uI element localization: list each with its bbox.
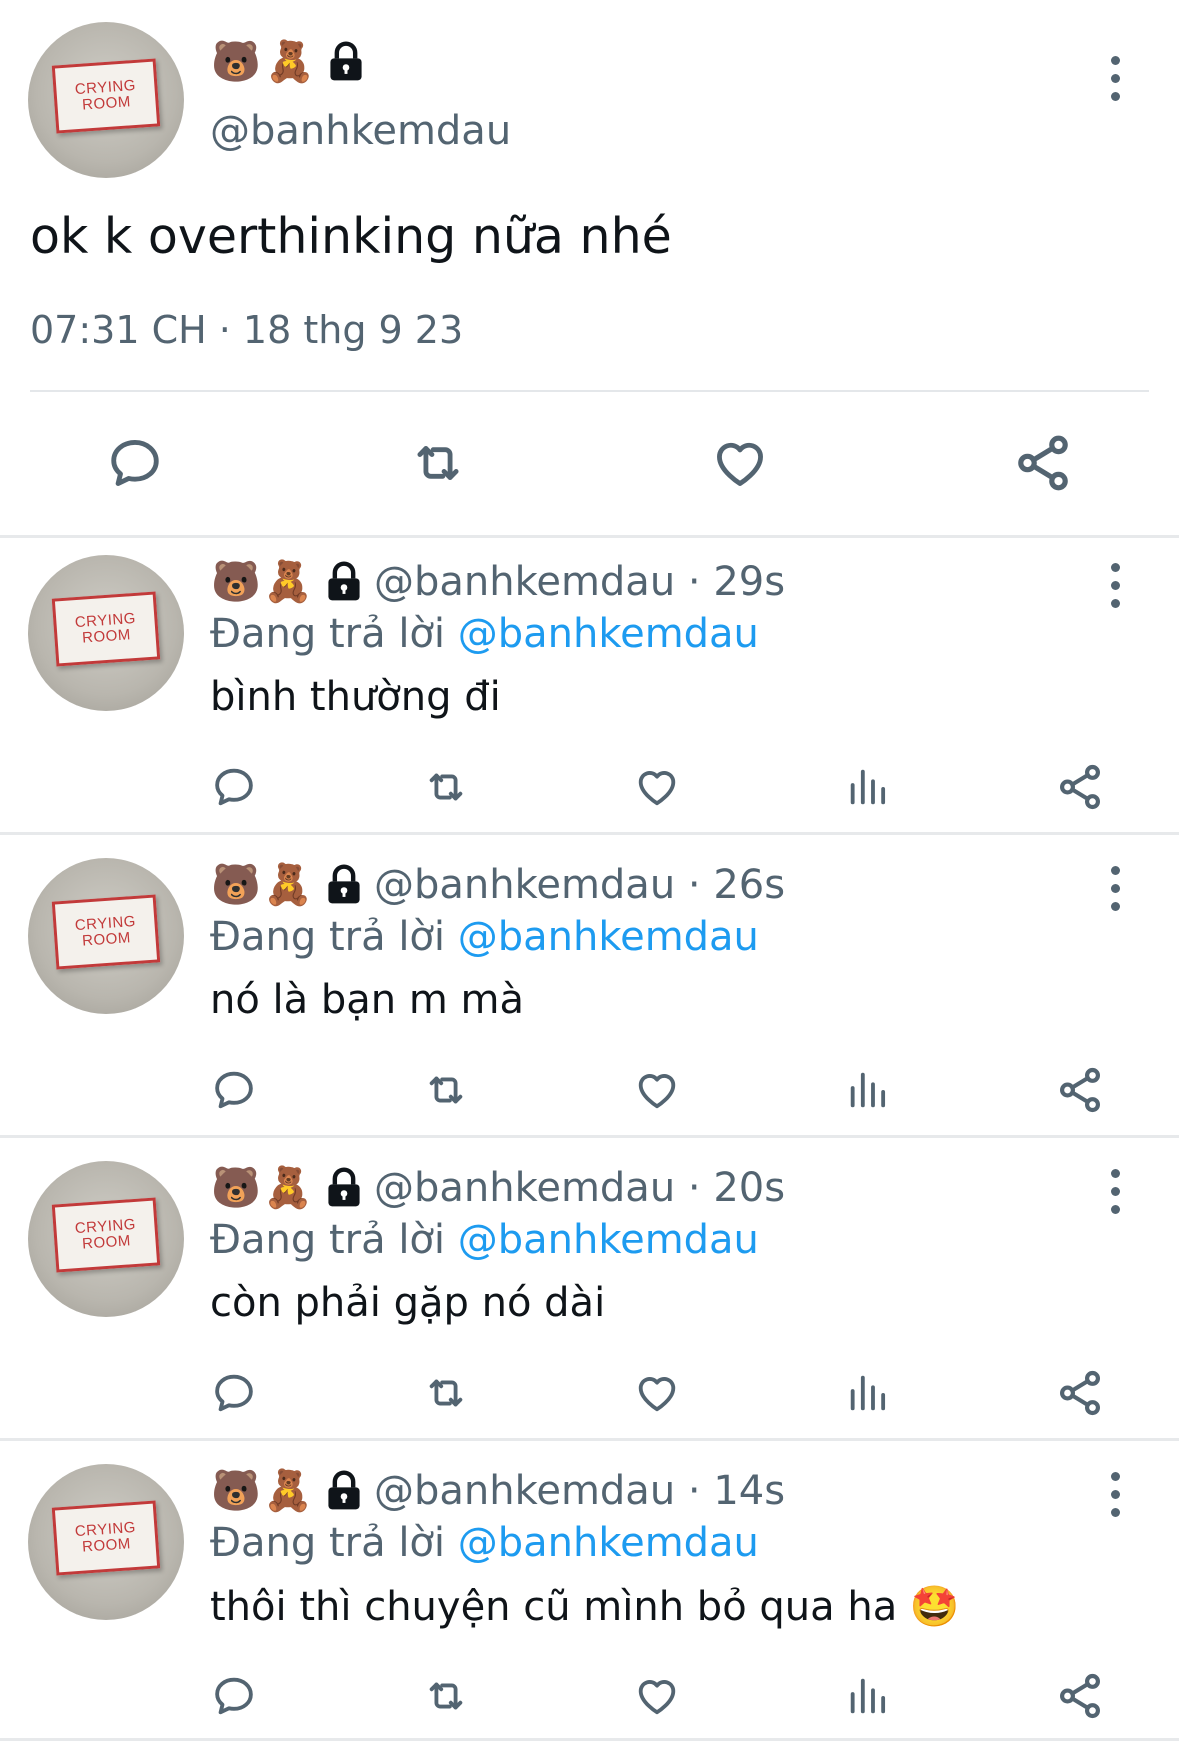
bear-face-emoji: 🐻: [211, 39, 261, 85]
share-icon[interactable]: [1050, 1668, 1110, 1724]
reply-icon[interactable]: [204, 759, 264, 815]
reply-text: nó là bạn m mà: [210, 977, 525, 1023]
section-divider: [0, 832, 1179, 835]
user-handle-time[interactable]: @banhkemdau · 20s: [374, 1165, 785, 1211]
more-options-icon[interactable]: [1105, 56, 1125, 101]
avatar-sign-line: ROOM: [81, 1535, 132, 1556]
user-handle-time[interactable]: @banhkemdau · 26s: [374, 862, 785, 908]
avatar-sign-line: ROOM: [81, 93, 132, 114]
replying-prefix: Đang trả lời: [210, 914, 458, 960]
user-handle-time[interactable]: @banhkemdau · 29s: [374, 559, 785, 605]
section-divider: [0, 535, 1179, 538]
bear-face-emoji: 🐻: [211, 1468, 261, 1514]
reply-icon[interactable]: [204, 1365, 264, 1421]
reply-icon[interactable]: [204, 1062, 264, 1118]
avatar-sign-line: ROOM: [81, 626, 132, 647]
reply-header: 🐻 🧸 @banhkemdau · 14s: [210, 1467, 785, 1515]
bear-face-emoji: 🐻: [211, 862, 261, 908]
mention-link[interactable]: @banhkemdau: [458, 611, 759, 657]
avatar-sign: CRYING ROOM: [51, 894, 161, 970]
teddy-bear-emoji: 🧸: [265, 39, 315, 85]
like-icon[interactable]: [627, 759, 687, 815]
retweet-icon[interactable]: [416, 1062, 476, 1118]
retweet-icon[interactable]: [403, 430, 473, 496]
mention-link[interactable]: @banhkemdau: [458, 1520, 759, 1566]
bear-face-emoji: 🐻: [211, 559, 261, 605]
reply-text: bình thường đi: [210, 674, 501, 720]
teddy-bear-emoji: 🧸: [263, 1468, 313, 1514]
avatar[interactable]: CRYING ROOM: [28, 1464, 184, 1620]
replying-prefix: Đang trả lời: [210, 1217, 458, 1263]
lock-icon: [328, 561, 360, 601]
replying-prefix: Đang trả lời: [210, 1520, 458, 1566]
share-icon[interactable]: [1008, 430, 1078, 496]
mention-link[interactable]: @banhkemdau: [458, 1217, 759, 1263]
tweet-timestamp: 07:31 CH · 18 thg 9 23: [30, 308, 464, 352]
teddy-bear-emoji: 🧸: [263, 559, 313, 605]
reply-icon[interactable]: [100, 430, 170, 496]
teddy-bear-emoji: 🧸: [263, 862, 313, 908]
user-handle-time[interactable]: @banhkemdau · 14s: [374, 1468, 785, 1514]
avatar-sign: CRYING ROOM: [51, 591, 161, 667]
like-icon[interactable]: [705, 430, 775, 496]
avatar[interactable]: CRYING ROOM: [28, 22, 184, 178]
mention-link[interactable]: @banhkemdau: [458, 914, 759, 960]
bear-face-emoji: 🐻: [211, 1165, 261, 1211]
lock-icon: [330, 41, 362, 81]
avatar-sign: CRYING ROOM: [51, 1197, 161, 1273]
like-icon[interactable]: [627, 1062, 687, 1118]
avatar-sign: CRYING ROOM: [51, 1500, 161, 1576]
lock-icon: [328, 1167, 360, 1207]
like-icon[interactable]: [627, 1668, 687, 1724]
views-icon[interactable]: [838, 1062, 898, 1118]
more-options-icon[interactable]: [1105, 1169, 1125, 1214]
reply-header: 🐻 🧸 @banhkemdau · 26s: [210, 861, 785, 909]
section-divider: [0, 1135, 1179, 1138]
more-options-icon[interactable]: [1105, 1472, 1125, 1517]
section-divider: [0, 1738, 1179, 1741]
reply-text: thôi thì chuyện cũ mình bỏ qua ha 🤩: [210, 1584, 960, 1630]
replying-to: Đang trả lời @banhkemdau: [210, 1520, 759, 1566]
reply-header: 🐻 🧸 @banhkemdau · 20s: [210, 1164, 785, 1212]
user-handle[interactable]: @banhkemdau: [210, 108, 511, 154]
more-options-icon[interactable]: [1105, 563, 1125, 608]
replying-to: Đang trả lời @banhkemdau: [210, 1217, 759, 1263]
tweet-text: ok k overthinking nữa nhé: [30, 208, 672, 265]
teddy-bear-emoji: 🧸: [263, 1165, 313, 1211]
share-icon[interactable]: [1050, 759, 1110, 815]
replying-to: Đang trả lời @banhkemdau: [210, 611, 759, 657]
share-icon[interactable]: [1050, 1365, 1110, 1421]
more-options-icon[interactable]: [1105, 866, 1125, 911]
lock-icon: [328, 864, 360, 904]
retweet-icon[interactable]: [416, 1365, 476, 1421]
reply-text: còn phải gặp nó dài: [210, 1280, 606, 1326]
avatar-sign-line: ROOM: [81, 1232, 132, 1253]
share-icon[interactable]: [1050, 1062, 1110, 1118]
replying-to: Đang trả lời @banhkemdau: [210, 914, 759, 960]
retweet-icon[interactable]: [416, 759, 476, 815]
reply-icon[interactable]: [204, 1668, 264, 1724]
avatar-sign: CRYING ROOM: [51, 58, 161, 134]
reply-header: 🐻 🧸 @banhkemdau · 29s: [210, 558, 785, 606]
like-icon[interactable]: [627, 1365, 687, 1421]
avatar[interactable]: CRYING ROOM: [28, 555, 184, 711]
retweet-icon[interactable]: [416, 1668, 476, 1724]
display-name[interactable]: 🐻 🧸: [210, 38, 368, 86]
avatar[interactable]: CRYING ROOM: [28, 858, 184, 1014]
views-icon[interactable]: [838, 759, 898, 815]
replying-prefix: Đang trả lời: [210, 611, 458, 657]
views-icon[interactable]: [838, 1668, 898, 1724]
views-icon[interactable]: [838, 1365, 898, 1421]
divider: [30, 390, 1149, 392]
section-divider: [0, 1438, 1179, 1441]
lock-icon: [328, 1470, 360, 1510]
avatar[interactable]: CRYING ROOM: [28, 1161, 184, 1317]
avatar-sign-line: ROOM: [81, 929, 132, 950]
